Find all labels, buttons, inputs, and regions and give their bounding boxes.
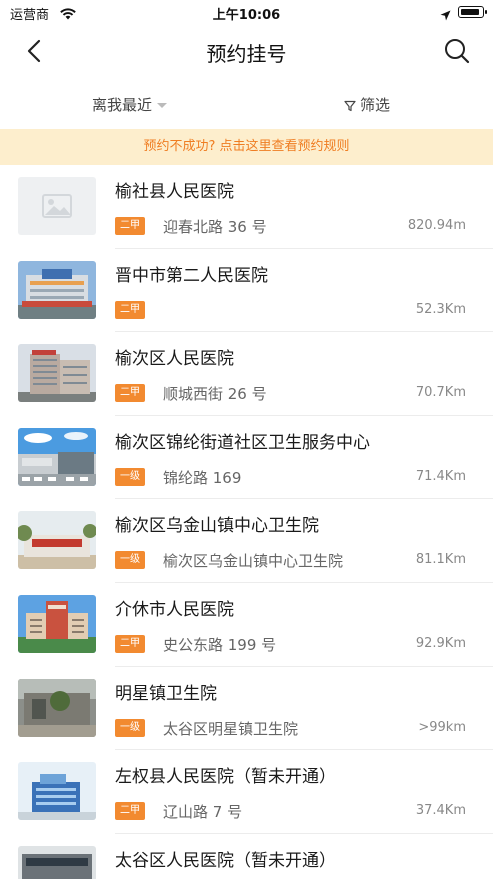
level-badge: 一级 (115, 551, 145, 570)
hospital-distance: 71.4Km (415, 468, 466, 484)
hospital-row[interactable]: 榆次区锦纶街道社区卫生服务中心 一级 锦纶路 169 71.4Km (0, 416, 493, 500)
navigation-bar: 预约挂号 (0, 26, 493, 76)
page-title: 预约挂号 (206, 42, 287, 66)
notice-text: 预约不成功? 点击这里查看预约规则 (143, 139, 350, 154)
filter-button[interactable]: 筛选 (344, 94, 390, 115)
hospital-distance: 37.4Km (415, 803, 466, 819)
level-badge: 二甲 (115, 802, 145, 821)
search-icon[interactable] (442, 36, 472, 66)
filter-label: 筛选 (360, 96, 391, 114)
hospital-name: 榆次区人民医院 (115, 349, 234, 370)
hospital-list: 榆社县人民医院 二甲 迎春北路 36 号 820.94m 晋中市第二人民医院 二… (0, 165, 493, 879)
booking-rules-banner[interactable]: 预约不成功? 点击这里查看预约规则 (0, 129, 493, 165)
level-badge: 一级 (115, 718, 145, 737)
hospital-row[interactable]: 介休市人民医院 二甲 史公东路 199 号 92.9Km (0, 583, 493, 667)
hospital-photo (18, 427, 96, 486)
hospital-photo (18, 678, 96, 737)
sort-label: 离我最近 (92, 96, 153, 114)
hospital-name: 榆次区锦纶街道社区卫生服务中心 (115, 432, 370, 453)
level-badge: 二甲 (115, 634, 145, 653)
filter-bar: 离我最近 筛选 (0, 82, 493, 126)
hospital-distance: 820.94m (407, 218, 466, 233)
hospital-name: 榆社县人民医院 (115, 182, 234, 202)
hospital-row[interactable]: 榆次区人民医院 二甲 顺城西街 26 号 70.7Km (0, 332, 493, 416)
hospital-distance: 92.9Km (415, 635, 466, 651)
location-arrow-icon (440, 6, 451, 25)
hospital-photo (18, 762, 96, 821)
hospital-photo (18, 260, 96, 319)
hospital-distance: 70.7Km (415, 385, 466, 401)
hospital-name: 晋中市第二人民医院 (115, 265, 268, 286)
image-placeholder-icon (18, 177, 96, 235)
hospital-photo (18, 594, 96, 653)
hospital-row[interactable]: 太谷区人民医院（暂未开通） (0, 834, 493, 879)
hospital-address: 辽山路 7 号 (163, 803, 243, 822)
hospital-address: 锦纶路 169 (163, 468, 242, 487)
hospital-address: 太谷区明星镇卫生院 (163, 719, 299, 738)
hospital-photo (18, 511, 96, 570)
caret-down-icon (157, 103, 168, 108)
hospital-address: 史公东路 199 号 (163, 635, 277, 654)
level-badge: 二甲 (115, 384, 145, 403)
hospital-row[interactable]: 晋中市第二人民医院 二甲 52.3Km (0, 249, 493, 333)
level-badge: 一级 (115, 467, 145, 486)
hospital-name: 左权县人民医院（暂未开通） (115, 767, 336, 788)
sort-dropdown[interactable]: 离我最近 (92, 94, 168, 115)
hospital-address: 榆次区乌金山镇中心卫生院 (163, 552, 344, 571)
status-bar: 运营商 上午10:06 (0, 0, 493, 26)
level-badge: 二甲 (115, 300, 145, 319)
level-badge: 二甲 (115, 217, 145, 235)
battery-icon (458, 6, 487, 18)
hospital-row[interactable]: 榆社县人民医院 二甲 迎春北路 36 号 820.94m (0, 165, 493, 249)
hospital-distance: >99km (418, 719, 466, 735)
hospital-row[interactable]: 榆次区乌金山镇中心卫生院 一级 榆次区乌金山镇中心卫生院 81.1Km (0, 499, 493, 583)
hospital-distance: 81.1Km (415, 552, 466, 568)
hospital-photo (18, 344, 96, 403)
hospital-distance: 52.3Km (415, 301, 466, 317)
hospital-row[interactable]: 左权县人民医院（暂未开通） 二甲 辽山路 7 号 37.4Km (0, 750, 493, 834)
hospital-name: 明星镇卫生院 (115, 683, 217, 704)
hospital-address: 顺城西街 26 号 (163, 385, 267, 404)
clock-label: 上午10:06 (212, 8, 281, 23)
hospital-name: 介休市人民医院 (115, 599, 234, 620)
hospital-name: 榆次区乌金山镇中心卫生院 (115, 516, 319, 537)
hospital-name: 太谷区人民医院（暂未开通） (115, 850, 336, 871)
hospital-row[interactable]: 明星镇卫生院 一级 太谷区明星镇卫生院 >99km (0, 667, 493, 751)
hospital-photo (18, 845, 96, 879)
hospital-address: 迎春北路 36 号 (163, 218, 267, 236)
funnel-icon (344, 100, 356, 111)
